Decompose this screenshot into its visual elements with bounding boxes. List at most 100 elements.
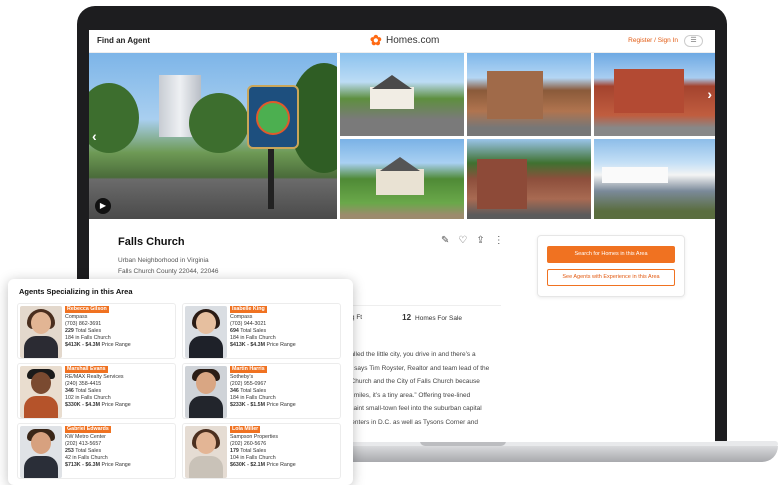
site-logo[interactable]: ✿ Homes.com xyxy=(370,32,440,48)
area-type: Urban Neighborhood in Virginia xyxy=(118,257,209,264)
agent-head xyxy=(31,372,51,394)
agent-card[interactable]: Gabriel Edwards KW Metro Center (202) 41… xyxy=(17,423,176,479)
logo-icon: ✿ xyxy=(370,32,382,48)
agent-phone[interactable]: (703) 944-3021 xyxy=(230,321,296,328)
agent-name[interactable]: Isabelle King xyxy=(230,306,267,313)
agent-info: Rebecca Gilson Compass (703) 862-3691 22… xyxy=(65,306,131,349)
agent-total-sales: 694 Total Sales xyxy=(230,328,267,334)
agent-info: Martin Harris Sotheby’s (202) 955-0967 3… xyxy=(230,366,296,409)
agent-price-range: $413K - $4.3M Price Range xyxy=(230,342,296,348)
sign-emblem xyxy=(256,101,290,135)
agent-name[interactable]: Martin Harris xyxy=(230,366,267,373)
chevron-right-icon[interactable]: › xyxy=(707,86,712,102)
agent-local-sales: 184 in Falls Church xyxy=(230,395,276,401)
agent-local-sales: 42 in Falls Church xyxy=(65,455,108,461)
agent-name[interactable]: Marshall Evans xyxy=(65,366,108,373)
area-stats: er Sq Ft 12Homes For Sale xyxy=(339,313,462,322)
chevron-left-icon[interactable]: ‹ xyxy=(92,128,97,144)
share-icon[interactable]: ⇪ xyxy=(476,235,484,246)
agent-body xyxy=(189,336,223,358)
gallery-photo[interactable]: › xyxy=(594,53,715,136)
description-line: ure,” says Tim Royster, Realtor and team… xyxy=(339,364,490,372)
agent-name[interactable]: Rebecca Gilson xyxy=(65,306,109,313)
agent-price-range: $413K - $4.3M Price Range xyxy=(65,342,131,348)
agent-info: Lola Miller Sampson Properties (202) 260… xyxy=(230,426,296,469)
agent-name[interactable]: Lola Miller xyxy=(230,426,261,433)
agent-head xyxy=(196,312,216,334)
gallery-photo[interactable] xyxy=(594,139,715,219)
area-actions: ✎ ♡ ⇪ ⋮ xyxy=(441,235,504,246)
heart-icon[interactable]: ♡ xyxy=(458,235,467,246)
agent-local-sales: 102 in Falls Church xyxy=(65,395,111,401)
agent-price-range: $713K - $6.3M Price Range xyxy=(65,462,131,468)
play-icon[interactable]: ▶ xyxy=(95,198,111,214)
agent-head xyxy=(31,312,51,334)
agent-local-sales: 184 in Falls Church xyxy=(65,335,111,341)
gallery-photo[interactable] xyxy=(340,53,464,136)
agent-body xyxy=(24,336,58,358)
agent-total-sales: 179 Total Sales xyxy=(230,448,267,454)
city-sign xyxy=(247,85,299,149)
agent-phone[interactable]: (202) 413-5657 xyxy=(65,441,131,448)
townhouse xyxy=(477,159,527,209)
agent-company: KW Metro Center xyxy=(65,434,106,440)
agent-card[interactable]: Rebecca Gilson Compass (703) 862-3691 22… xyxy=(17,303,176,359)
agent-head xyxy=(196,432,216,454)
main-photo[interactable]: ▶ ‹ xyxy=(89,53,337,219)
agent-card[interactable]: Marshall Evans RE/MAX Realty Services (2… xyxy=(17,363,176,419)
agent-phone[interactable]: (202) 260-5676 xyxy=(230,441,296,448)
description-line: uare miles, it’s a tiny area.” Offering … xyxy=(339,391,471,399)
more-vertical-icon[interactable]: ⋮ xyxy=(494,235,504,246)
agent-price-range: $330K - $4.3M Price Range xyxy=(65,402,131,408)
logo-text: Homes.com xyxy=(386,35,440,46)
house-roof xyxy=(372,75,412,89)
agent-local-sales: 104 in Falls Church xyxy=(230,455,276,461)
agent-phone[interactable]: (202) 955-0967 xyxy=(230,381,296,388)
see-agents-button[interactable]: See Agents with Experience in this Area xyxy=(547,269,675,286)
agent-photo xyxy=(185,306,227,358)
gallery-photo[interactable] xyxy=(467,53,591,136)
edit-note-icon[interactable]: ✎ xyxy=(441,235,449,246)
sign-post xyxy=(268,149,274,209)
find-agent-link[interactable]: Find an Agent xyxy=(97,36,150,45)
agent-company: Compass xyxy=(65,314,88,320)
description-line: ob centers in D.C. as well as Tysons Cor… xyxy=(339,418,478,426)
agent-card[interactable]: Lola Miller Sampson Properties (202) 260… xyxy=(182,423,341,479)
agent-info: Gabriel Edwards KW Metro Center (202) 41… xyxy=(65,426,131,469)
search-homes-button[interactable]: Search for Homes in this Area xyxy=(547,246,675,263)
tree xyxy=(189,93,249,153)
gallery-photo[interactable] xyxy=(467,139,591,219)
register-signin-link[interactable]: Register / Sign In xyxy=(628,37,678,44)
gallery-photo[interactable] xyxy=(340,139,464,219)
agent-card[interactable]: Isabelle King Compass (703) 944-3021 694… xyxy=(182,303,341,359)
agent-total-sales: 229 Total Sales xyxy=(65,328,102,334)
area-description: t’s called the little city, you drive in… xyxy=(339,348,509,429)
agent-phone[interactable]: (240) 358-4415 xyxy=(65,381,131,388)
agent-body xyxy=(189,396,223,418)
agent-photo xyxy=(20,366,62,418)
homes-stat[interactable]: 12 Homes For Sale xyxy=(402,313,462,322)
agent-company: Compass xyxy=(230,314,253,320)
cta-panel: Search for Homes in this Area See Agents… xyxy=(537,235,685,297)
homes-count: 12 xyxy=(402,313,412,322)
agent-phone[interactable]: (703) 862-3691 xyxy=(65,321,131,328)
agent-company: Sampson Properties xyxy=(230,434,278,440)
agent-name[interactable]: Gabriel Edwards xyxy=(65,426,111,433)
description-line: alls Church and the City of Falls Church… xyxy=(339,378,480,385)
photo-gallery: ▶ ‹ › xyxy=(89,53,715,219)
agent-head xyxy=(196,372,216,394)
area-location: Falls Church County 22044, 22046 xyxy=(118,268,219,275)
agent-body xyxy=(24,456,58,478)
top-nav: Find an Agent ✿ Homes.com Register / Sig… xyxy=(89,30,715,53)
user-icon[interactable]: ☰ xyxy=(684,35,703,47)
agent-company: RE/MAX Realty Services xyxy=(65,374,124,380)
agent-card[interactable]: Martin Harris Sotheby’s (202) 955-0967 3… xyxy=(182,363,341,419)
agent-body xyxy=(24,396,58,418)
agent-body xyxy=(189,456,223,478)
area-subtitle: Urban Neighborhood in Virginia Falls Chu… xyxy=(118,255,218,277)
agent-info: Isabelle King Compass (703) 944-3021 694… xyxy=(230,306,296,349)
agents-panel-title: Agents Specializing in this Area xyxy=(19,287,133,296)
house-roof xyxy=(380,157,420,171)
description-line: t’s called the little city, you drive in… xyxy=(339,351,476,358)
market-tent xyxy=(602,167,668,183)
